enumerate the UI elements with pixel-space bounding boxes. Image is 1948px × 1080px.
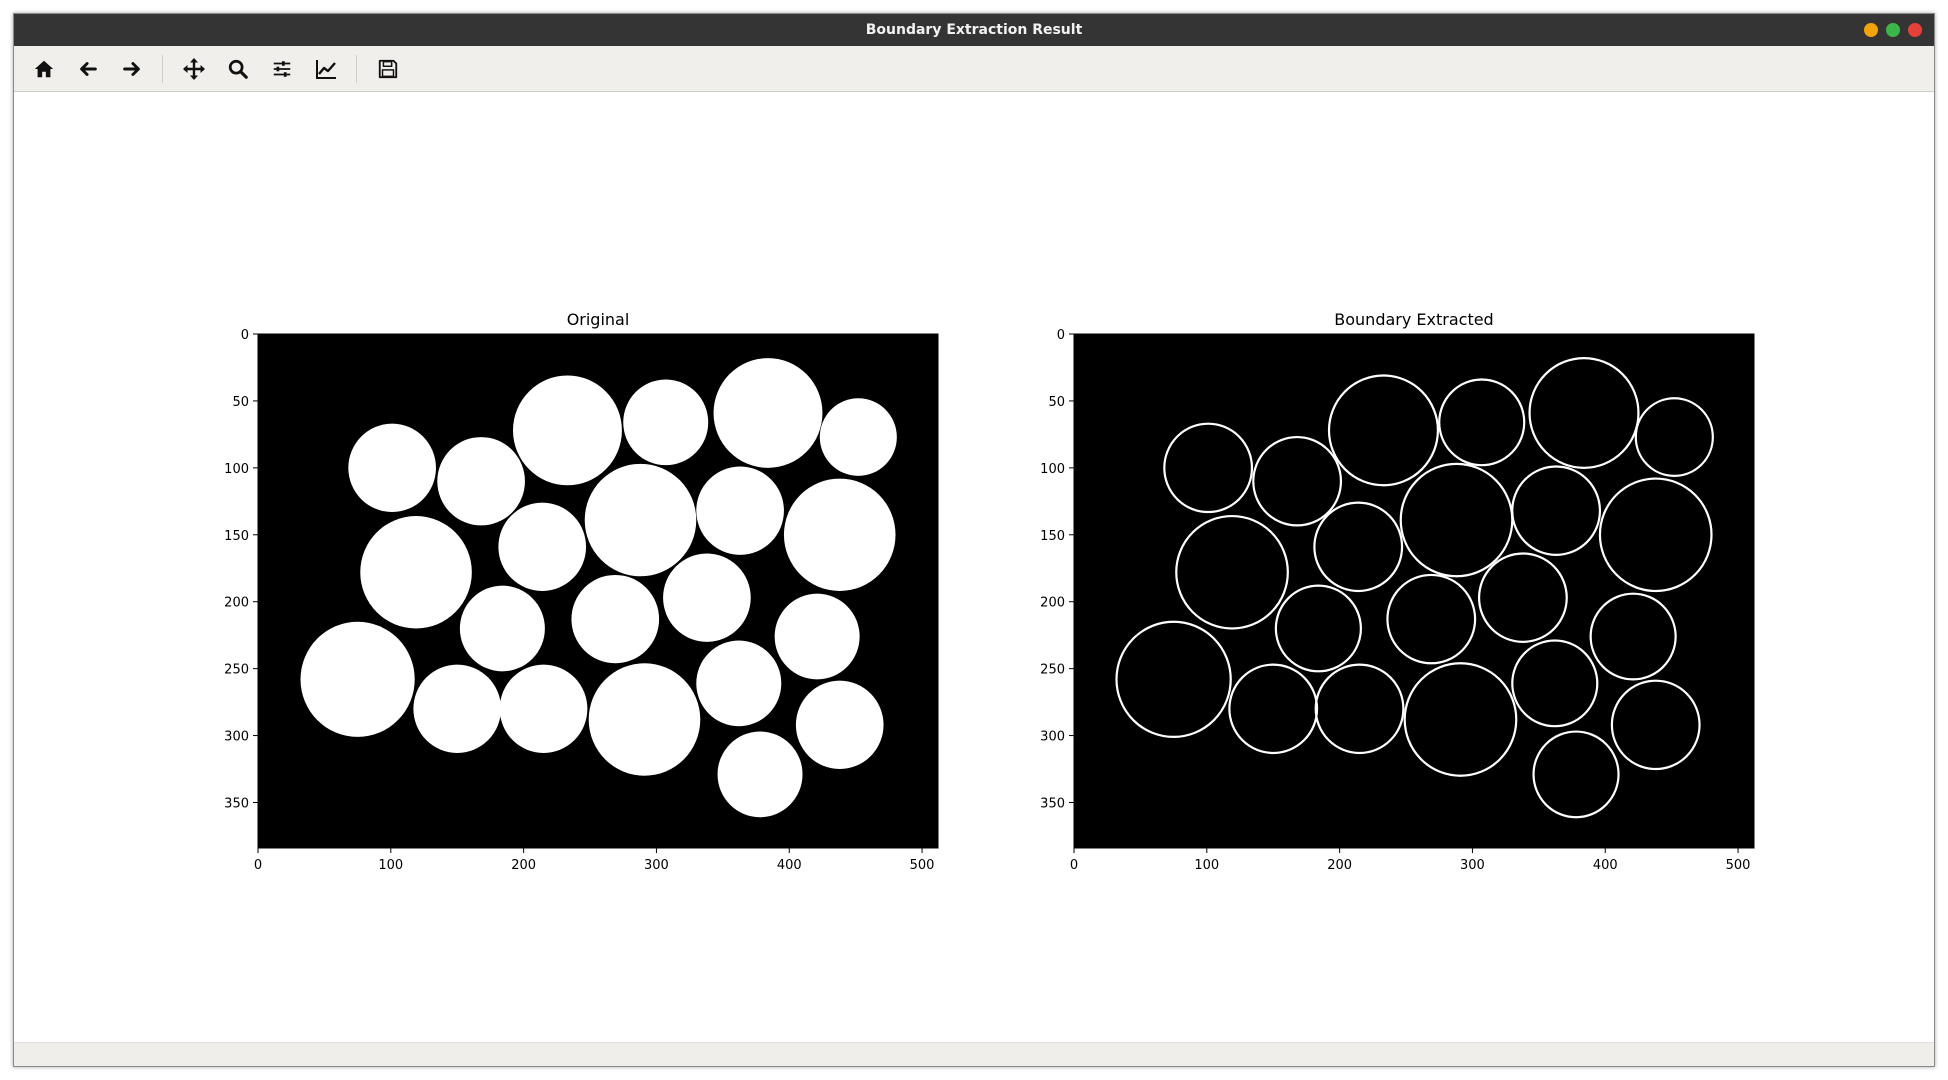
close-button[interactable] (1908, 23, 1922, 37)
line-chart-icon (316, 60, 336, 79)
blob-circle (459, 585, 545, 672)
x-tick-label: 100 (1194, 858, 1219, 873)
y-tick-label: 250 (224, 663, 249, 678)
blob-circle (696, 640, 782, 727)
blob-circle (774, 593, 860, 680)
app-window: Boundary Extraction Result Original 0 10… (13, 13, 1935, 1067)
blob-circle (819, 398, 897, 476)
blob-circle (623, 379, 709, 466)
blob-circle (300, 621, 415, 737)
y-tick-label: 350 (1040, 796, 1065, 811)
x-tick-label: 100 (378, 858, 403, 873)
x-tick-label: 200 (511, 858, 536, 873)
blob-circle (348, 423, 436, 513)
axes-title-boundary: Boundary Extracted (1334, 310, 1493, 329)
blob-circle (588, 663, 701, 776)
magnifier-icon (228, 59, 248, 79)
status-bar (14, 1042, 1934, 1066)
y-tick-label: 0 (241, 328, 249, 343)
save-button[interactable] (372, 53, 404, 85)
home-button[interactable] (28, 53, 60, 85)
x-tick-label: 500 (1726, 858, 1751, 873)
blob-circle (437, 437, 525, 526)
figure: Original 0 100 200 300 400 500050100150200250… (224, 310, 1755, 873)
y-tick-label: 100 (1040, 462, 1065, 477)
home-icon (34, 60, 54, 78)
blob-circle (584, 463, 697, 577)
toolbar (14, 46, 1934, 92)
forward-button[interactable] (116, 53, 148, 85)
blob-circle (571, 574, 660, 664)
blob-circle (783, 478, 896, 591)
x-tick-label: 300 (644, 858, 669, 873)
pan-button[interactable] (178, 53, 210, 85)
blob-circle (360, 516, 472, 629)
zoom-button[interactable] (222, 53, 254, 85)
image-boundary (1073, 333, 1755, 849)
y-tick-label: 300 (224, 730, 249, 745)
y-tick-label: 50 (1048, 395, 1065, 410)
blob-circle (696, 466, 784, 555)
blob-circle (663, 553, 751, 642)
blob-circle (513, 375, 622, 486)
blob-circle (795, 680, 884, 770)
blob-circle (713, 358, 823, 468)
axes-original[interactable]: Original 0 100 200 300 400 500 0 50 100 150 200 250… (224, 310, 939, 873)
blob-circle (717, 731, 803, 818)
y-tick-label: 0 (1057, 328, 1065, 343)
x-tick-label: 300 (1460, 858, 1485, 873)
figure-canvas[interactable]: Original 0 100 200 300 400 500 0 50 100 150 200 250… (14, 92, 1934, 1042)
x-tick-label: 500 (910, 858, 935, 873)
x-tick-label: 400 (777, 858, 802, 873)
y-tick-label: 350 (224, 796, 249, 811)
configure-subplots-button[interactable] (266, 53, 298, 85)
move-icon (183, 58, 205, 80)
y-tick-label: 150 (224, 529, 249, 544)
axes-boundary[interactable]: Boundary Extracted 0 100 200 300 400 500 0 50 10… (1040, 310, 1755, 873)
arrow-right-icon (123, 62, 140, 76)
window-controls (1864, 23, 1922, 37)
maximize-button[interactable] (1886, 23, 1900, 37)
floppy-disk-icon (378, 59, 398, 79)
blob-circle (498, 502, 587, 591)
y-tick-label: 50 (232, 395, 249, 410)
y-tick-label: 150 (1040, 529, 1065, 544)
image-original (257, 333, 939, 849)
sliders-icon (273, 61, 291, 77)
minimize-button[interactable] (1864, 23, 1878, 37)
x-tick-label: 0 (254, 858, 262, 873)
toolbar-separator (356, 55, 357, 83)
blob-circle (413, 664, 502, 753)
x-tick-label: 200 (1327, 858, 1352, 873)
axes-title-original: Original (567, 310, 630, 329)
edit-axis-button[interactable] (310, 53, 342, 85)
blob-circle (499, 664, 588, 753)
toolbar-separator (162, 55, 163, 83)
y-tick-label: 200 (1040, 596, 1065, 611)
y-tick-label: 100 (224, 462, 249, 477)
title-bar[interactable]: Boundary Extraction Result (14, 14, 1934, 46)
x-tick-label: 400 (1593, 858, 1618, 873)
y-tick-label: 300 (1040, 730, 1065, 745)
back-button[interactable] (72, 53, 104, 85)
window-title: Boundary Extraction Result (865, 22, 1083, 38)
x-tick-label: 0 (1070, 858, 1078, 873)
arrow-left-icon (80, 62, 97, 76)
y-tick-label: 200 (224, 596, 249, 611)
y-tick-label: 250 (1040, 663, 1065, 678)
